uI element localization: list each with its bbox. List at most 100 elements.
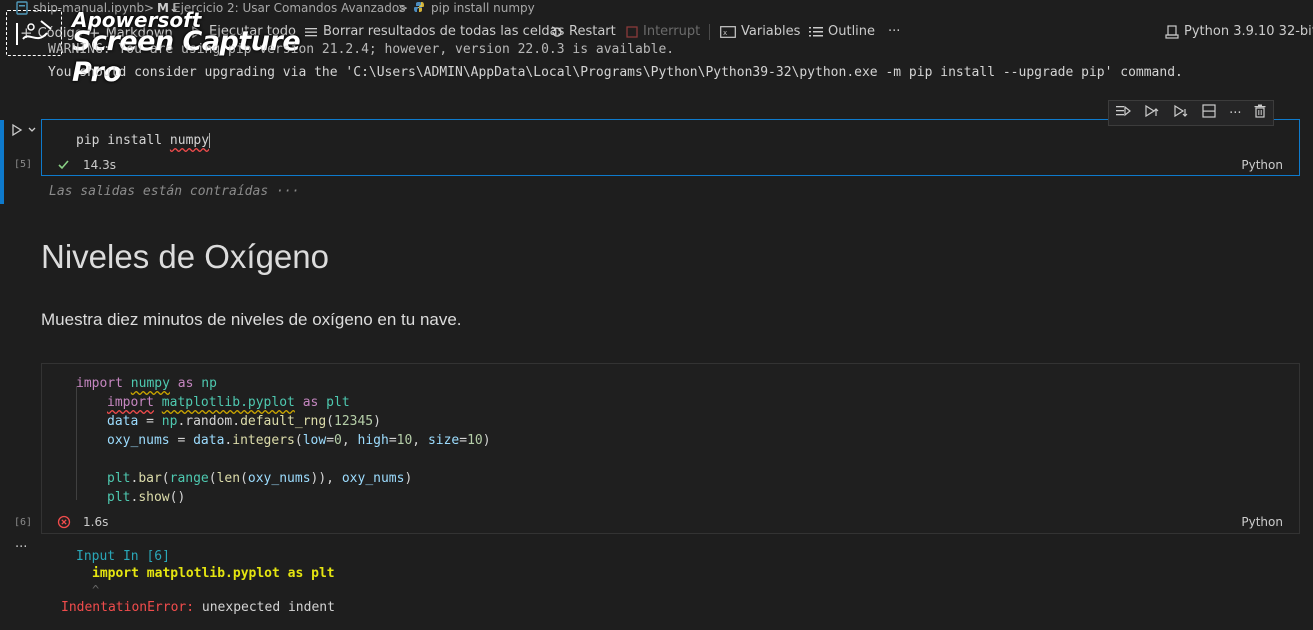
notebook-toolbar: + Código + Markdown Ejecutar todo Borrar…: [0, 20, 1313, 44]
code-token: =: [388, 433, 397, 448]
code-line[interactable]: data = np.random.default_rng(12345): [107, 414, 381, 429]
code-token: numpy: [169, 133, 210, 148]
traceback-code: import matplotlib.pyplot as plt: [92, 566, 335, 581]
code-token: low: [302, 433, 327, 448]
execution-count: [6]: [14, 517, 33, 528]
code-token: integers: [232, 433, 295, 448]
stop-icon: [626, 25, 638, 38]
breadcrumb-separator: >: [398, 1, 409, 15]
code-token: numpy: [130, 376, 170, 391]
code-token: (: [326, 414, 334, 429]
error-name: IndentationError:: [61, 600, 195, 615]
output-line: You should consider upgrading via the 'C…: [48, 65, 1183, 80]
code-token: import: [76, 376, 123, 391]
more-actions-button[interactable]: ···: [888, 24, 900, 39]
markdown-paragraph: Muestra diez minutos de niveles de oxíge…: [41, 310, 462, 329]
code-token: .random.: [177, 414, 241, 429]
code-token: ,: [412, 433, 428, 448]
interrupt-label: Interrupt: [643, 24, 701, 39]
output-more-button[interactable]: ···: [15, 540, 27, 555]
check-icon: [57, 158, 70, 175]
clear-outputs-label: Borrar resultados de todas las celdas: [323, 24, 565, 39]
collapsed-outputs[interactable]: Las salidas están contraídas ···: [49, 184, 299, 199]
add-markdown-cell-button[interactable]: + Markdown: [88, 24, 173, 42]
restart-button[interactable]: Restart: [550, 24, 616, 39]
code-token: ): [482, 433, 491, 448]
code-token: plt: [107, 490, 131, 505]
code-token: matplotlib.pyplot: [161, 395, 295, 410]
code-editor[interactable]: pip install numpy: [76, 133, 211, 148]
code-line[interactable]: plt.bar(range(len(oxy_nums)), oxy_nums): [107, 471, 412, 486]
code-token: pip install: [76, 133, 170, 148]
code-line[interactable]: oxy_nums = data.integers(low=0, high=10,…: [107, 433, 491, 448]
trash-icon[interactable]: [1254, 104, 1266, 122]
breadcrumb-separator: >: [144, 1, 155, 15]
plus-icon: +: [88, 24, 101, 42]
breadcrumb-cell[interactable]: pip install numpy: [431, 1, 535, 15]
outline-label: Outline: [828, 24, 876, 39]
chevron-down-icon[interactable]: [27, 124, 37, 139]
kernel-picker[interactable]: Python 3.9.10 32-bit: [1165, 24, 1313, 39]
split-cell-icon[interactable]: [1202, 104, 1216, 122]
indent-guide: [76, 386, 77, 500]
breadcrumb: ship-manual.ipynb > M↓ Ejercicio 2: Usar…: [0, 0, 1313, 18]
code-line[interactable]: import matplotlib.pyplot as plt: [107, 395, 350, 410]
code-token: import: [107, 395, 154, 410]
code-token: ): [404, 471, 413, 486]
code-token: np: [201, 376, 217, 391]
plus-icon: +: [20, 24, 33, 42]
code-token: show: [138, 490, 170, 505]
run-cell-button[interactable]: [10, 123, 24, 141]
cell-language[interactable]: Python: [1241, 158, 1283, 172]
variables-label: Variables: [741, 24, 801, 39]
code-token: oxy_nums: [341, 471, 405, 486]
code-token: =: [138, 414, 162, 429]
clear-all-icon: [304, 25, 318, 39]
outline-button[interactable]: Outline: [809, 24, 875, 39]
breadcrumb-section[interactable]: Ejercicio 2: Usar Comandos Avanzados: [173, 1, 405, 15]
code-token: data: [193, 433, 225, 448]
clear-outputs-button[interactable]: Borrar resultados de todas las celdas: [304, 24, 564, 39]
code-token: np: [161, 414, 178, 429]
traceback-caret: ^: [92, 583, 100, 597]
code-token: size: [427, 433, 460, 448]
code-token: 10: [396, 433, 413, 448]
variables-button[interactable]: x Variables: [720, 24, 800, 39]
code-cell[interactable]: pip install numpy 14.3s Python: [41, 119, 1300, 176]
add-code-cell-button[interactable]: + Código: [20, 24, 83, 42]
run-by-line-icon[interactable]: [1115, 104, 1132, 122]
code-token: as: [177, 376, 194, 391]
run-above-icon[interactable]: [1144, 104, 1160, 122]
breadcrumb-file[interactable]: ship-manual.ipynb: [33, 1, 144, 15]
error-icon: [57, 515, 71, 533]
code-token: ,: [341, 433, 358, 448]
cell-focus-indicator: [0, 120, 4, 204]
cell-language[interactable]: Python: [1241, 515, 1283, 529]
execution-count: [5]: [14, 159, 33, 170]
run-all-label: Ejecutar todo: [209, 24, 297, 39]
run-all-button[interactable]: Ejecutar todo: [190, 24, 296, 39]
interrupt-button[interactable]: Interrupt: [626, 24, 700, 39]
code-line[interactable]: import numpy as np: [76, 376, 217, 391]
traceback-input-label: Input In [6]: [76, 549, 170, 564]
code-button-label: Código: [37, 25, 83, 41]
outline-icon: [809, 26, 823, 38]
run-below-icon[interactable]: [1173, 104, 1189, 122]
cell-toolbar: ···: [1108, 100, 1274, 126]
markdown-button-label: Markdown: [105, 25, 173, 41]
execution-time: 14.3s: [83, 158, 116, 172]
code-line[interactable]: plt.show(): [107, 490, 185, 505]
kernel-icon: [1165, 24, 1179, 39]
code-token: data: [107, 414, 139, 429]
code-cell[interactable]: import numpy as np import matplotlib.pyp…: [41, 363, 1300, 534]
code-token: bar: [138, 471, 162, 486]
code-token: default_rng: [240, 414, 327, 429]
code-token: high: [357, 433, 389, 448]
code-token: (: [161, 471, 170, 486]
more-icon[interactable]: ···: [1229, 106, 1241, 121]
